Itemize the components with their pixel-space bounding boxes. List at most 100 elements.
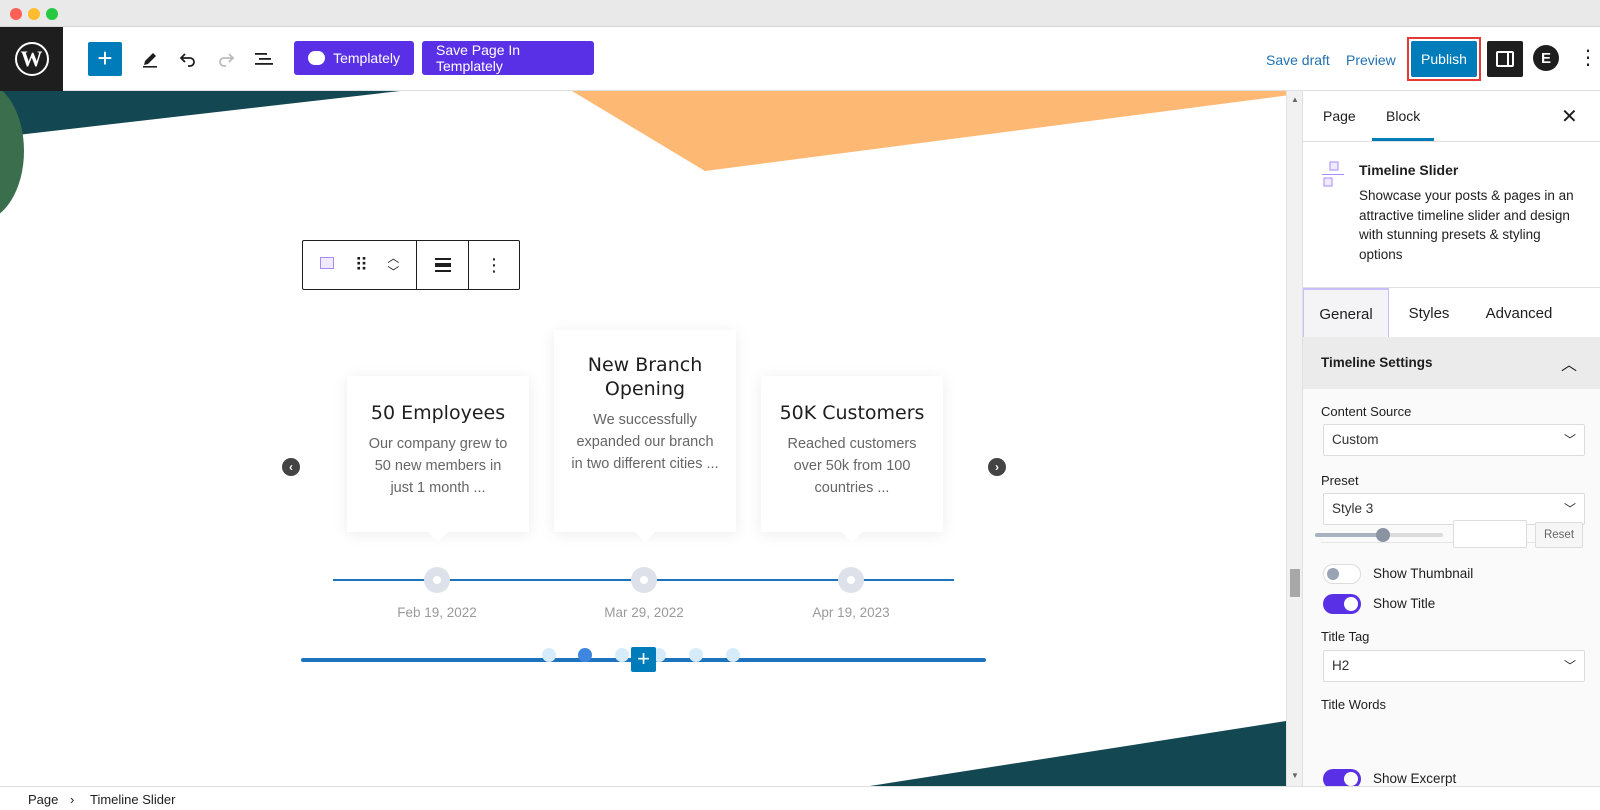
content-source-label: Content Source bbox=[1321, 404, 1412, 419]
chevron-right-icon: › bbox=[70, 792, 75, 807]
block-type-button[interactable] bbox=[319, 256, 334, 274]
close-window-button[interactable] bbox=[10, 8, 22, 20]
card-excerpt: Our company grew to 50 new members in ju… bbox=[368, 436, 508, 496]
redo-button[interactable] bbox=[210, 43, 242, 75]
card-title: New Branch Opening bbox=[587, 354, 703, 400]
next-arrow-button[interactable]: › bbox=[988, 458, 1006, 476]
window-titlebar bbox=[0, 0, 1600, 27]
timeline-card-2[interactable]: New Branch Opening We successfully expan… bbox=[554, 330, 736, 542]
tab-general[interactable]: General bbox=[1303, 288, 1389, 338]
block-toolbar: ⠿ ︿ ﹀ ⋮ bbox=[302, 240, 520, 290]
chevron-down-icon[interactable]: ﹀ bbox=[387, 265, 399, 279]
save-page-templately-button[interactable]: Save Page In Templately bbox=[422, 41, 594, 75]
block-options-button[interactable]: ⋮ bbox=[469, 241, 519, 289]
settings-panel-toggle[interactable] bbox=[1487, 41, 1523, 77]
templately-button[interactable]: Templately bbox=[294, 41, 414, 75]
wordpress-logo-icon: W bbox=[14, 42, 49, 76]
essential-addons-button[interactable]: E bbox=[1533, 45, 1559, 71]
undo-button[interactable] bbox=[172, 43, 204, 75]
breadcrumb-timeline-slider[interactable]: Timeline Slider bbox=[90, 792, 176, 807]
reset-button[interactable]: Reset bbox=[1535, 522, 1583, 548]
maximize-window-button[interactable] bbox=[46, 8, 58, 20]
list-view-icon bbox=[255, 53, 273, 65]
show-excerpt-label: Show Excerpt bbox=[1373, 771, 1457, 786]
list-view-button[interactable] bbox=[248, 43, 280, 75]
pager-dot[interactable] bbox=[726, 648, 740, 662]
title-words-slider[interactable] bbox=[1315, 528, 1443, 542]
tab-page[interactable]: Page bbox=[1323, 108, 1356, 124]
block-toolbar-group: ⠿ ︿ ﹀ bbox=[303, 241, 417, 289]
show-thumbnail-label: Show Thumbnail bbox=[1373, 566, 1474, 581]
block-description: Showcase your posts & pages in an attrac… bbox=[1359, 188, 1574, 262]
title-tag-value: H2 bbox=[1332, 658, 1350, 673]
chevron-up-icon[interactable]: ︿ bbox=[387, 251, 399, 265]
block-title: Timeline Slider bbox=[1359, 162, 1459, 178]
save-page-templately-label: Save Page In Templately bbox=[436, 42, 521, 74]
show-title-label: Show Title bbox=[1373, 596, 1436, 611]
timeline-date: Apr 19, 2023 bbox=[812, 605, 890, 620]
options-kebab-icon[interactable]: ⋮ bbox=[1578, 45, 1598, 71]
align-wide-icon bbox=[434, 258, 451, 272]
preset-label: Preset bbox=[1321, 473, 1359, 488]
preview-button[interactable]: Preview bbox=[1346, 52, 1396, 68]
editor-canvas: ⠿ ︿ ﹀ ⋮ 50 Employees Our company grew to… bbox=[0, 91, 1286, 786]
minimize-window-button[interactable] bbox=[28, 8, 40, 20]
card-excerpt: We successfully expanded our branch in t… bbox=[571, 412, 719, 472]
tab-styles[interactable]: Styles bbox=[1389, 288, 1469, 338]
chevron-down-icon: ﹀ bbox=[1563, 659, 1576, 673]
breadcrumb-page[interactable]: Page bbox=[28, 792, 58, 807]
block-breadcrumb: Page › Timeline Slider bbox=[0, 786, 1600, 810]
card-title: 50 Employees bbox=[370, 402, 506, 424]
tab-advanced[interactable]: Advanced bbox=[1469, 288, 1569, 338]
pencil-icon bbox=[143, 53, 157, 68]
pager-dot[interactable] bbox=[615, 648, 629, 662]
toggle-knob bbox=[1344, 597, 1358, 611]
wordpress-logo-button[interactable]: W bbox=[0, 27, 63, 91]
title-words-label: Title Words bbox=[1321, 697, 1387, 712]
close-sidebar-button[interactable]: ✕ bbox=[1561, 104, 1578, 129]
pager-dot[interactable] bbox=[542, 648, 556, 662]
timeline-settings-header[interactable]: Timeline Settings ︿ bbox=[1303, 337, 1600, 389]
cloud-icon bbox=[308, 51, 326, 65]
show-excerpt-toggle[interactable] bbox=[1323, 769, 1361, 786]
align-button[interactable] bbox=[417, 241, 469, 289]
scroll-down-icon[interactable]: ▼ bbox=[1291, 771, 1299, 780]
block-info-card: Timeline Slider Showcase your posts & pa… bbox=[1303, 142, 1600, 286]
content-source-select[interactable]: Custom ﹀ bbox=[1323, 424, 1585, 456]
editor-toolbar: W + Templately Save Page In Templately S… bbox=[0, 27, 1600, 91]
undo-icon bbox=[179, 53, 195, 67]
tab-block[interactable]: Block bbox=[1371, 108, 1435, 141]
edit-tools-button[interactable] bbox=[134, 43, 166, 75]
prev-arrow-button[interactable]: ‹ bbox=[282, 458, 300, 476]
publish-button[interactable]: Publish bbox=[1411, 41, 1477, 77]
drag-handle-icon[interactable]: ⠿ bbox=[355, 255, 368, 276]
title-tag-label: Title Tag bbox=[1321, 629, 1370, 644]
show-thumbnail-toggle[interactable] bbox=[1323, 564, 1361, 584]
publish-highlight: Publish bbox=[1407, 37, 1481, 81]
title-tag-select[interactable]: H2 ﹀ bbox=[1323, 650, 1585, 682]
scrollbar-thumb[interactable] bbox=[1290, 569, 1300, 597]
move-up-down-button[interactable]: ︿ ﹀ bbox=[387, 251, 399, 279]
sidebar-icon bbox=[1496, 51, 1514, 67]
settings-tabs: General Styles Advanced bbox=[1303, 287, 1600, 338]
timeline-card-1[interactable]: 50 Employees Our company grew to 50 new … bbox=[347, 376, 529, 542]
title-words-input[interactable] bbox=[1453, 520, 1527, 548]
show-title-toggle[interactable] bbox=[1323, 594, 1361, 614]
block-inserter-button[interactable]: + bbox=[631, 647, 656, 672]
toggle-knob bbox=[1327, 568, 1339, 580]
chevron-down-icon: ﹀ bbox=[1563, 433, 1576, 447]
canvas-scrollbar[interactable]: ▲ ▼ bbox=[1286, 91, 1302, 786]
section-title: Timeline Settings bbox=[1321, 355, 1433, 370]
pager-dot-active[interactable] bbox=[578, 648, 592, 662]
scroll-up-icon[interactable]: ▲ bbox=[1291, 95, 1299, 104]
timeline-card-3[interactable]: 50K Customers Reached customers over 50k… bbox=[761, 376, 943, 542]
timeline-date: Feb 19, 2022 bbox=[397, 605, 477, 620]
timeline-settings-body: Content Source Custom ﹀ Preset Style 3 ﹀… bbox=[1303, 389, 1600, 786]
save-draft-button[interactable]: Save draft bbox=[1266, 52, 1330, 68]
timeline-block-icon bbox=[1322, 161, 1344, 187]
more-options-icon: ⋮ bbox=[485, 254, 503, 275]
templately-label: Templately bbox=[333, 50, 400, 66]
pager-dot[interactable] bbox=[689, 648, 703, 662]
slider-handle[interactable] bbox=[1375, 528, 1390, 542]
add-block-button[interactable]: + bbox=[88, 42, 122, 76]
